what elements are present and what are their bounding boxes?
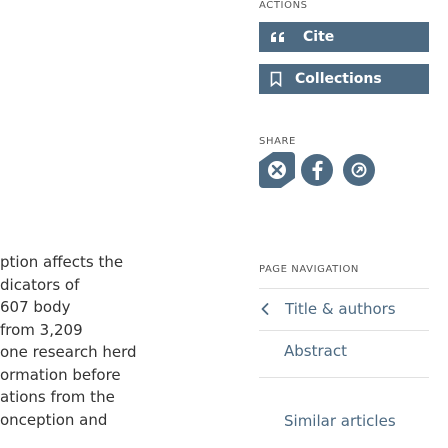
article-line: ption affects the — [0, 253, 124, 271]
nav-divider — [259, 377, 429, 378]
article-line: dicators of — [0, 275, 80, 294]
share-row — [259, 152, 385, 188]
cite-button[interactable]: Cite — [259, 22, 429, 52]
quote-icon — [267, 29, 289, 45]
bookmark-icon — [269, 70, 283, 88]
nav-item-label: Abstract — [284, 342, 347, 360]
collections-button-label: Collections — [295, 71, 382, 87]
article-line: 607 body — [0, 298, 71, 316]
facebook-icon[interactable] — [301, 154, 333, 186]
nav-item-title-authors[interactable]: Title & authors — [259, 289, 424, 329]
article-line: from 3,209 — [0, 320, 83, 339]
article-line: onception and — [0, 410, 108, 429]
cite-button-label: Cite — [303, 29, 335, 45]
share-heading: SHARE — [259, 136, 296, 147]
x-twitter-icon[interactable] — [259, 152, 295, 188]
page-navigation-heading: PAGE NAVIGATION — [259, 264, 359, 275]
article-line: ations from the — [0, 388, 115, 406]
share-link-icon[interactable] — [343, 154, 375, 186]
nav-item-label: Title & authors — [285, 300, 396, 318]
nav-item-label: Similar articles — [284, 412, 396, 430]
article-line: one research herd — [0, 343, 137, 361]
collections-button[interactable]: Collections — [259, 64, 429, 94]
article-line: ormation before — [0, 365, 121, 384]
chevron-left-icon — [261, 303, 279, 315]
actions-heading: ACTIONS — [259, 0, 308, 11]
article-text: ption affects the dicators of 607 body f… — [0, 251, 200, 431]
nav-item-abstract[interactable]: Abstract — [259, 331, 448, 371]
nav-item-similar-articles[interactable]: Similar articles — [259, 401, 448, 441]
